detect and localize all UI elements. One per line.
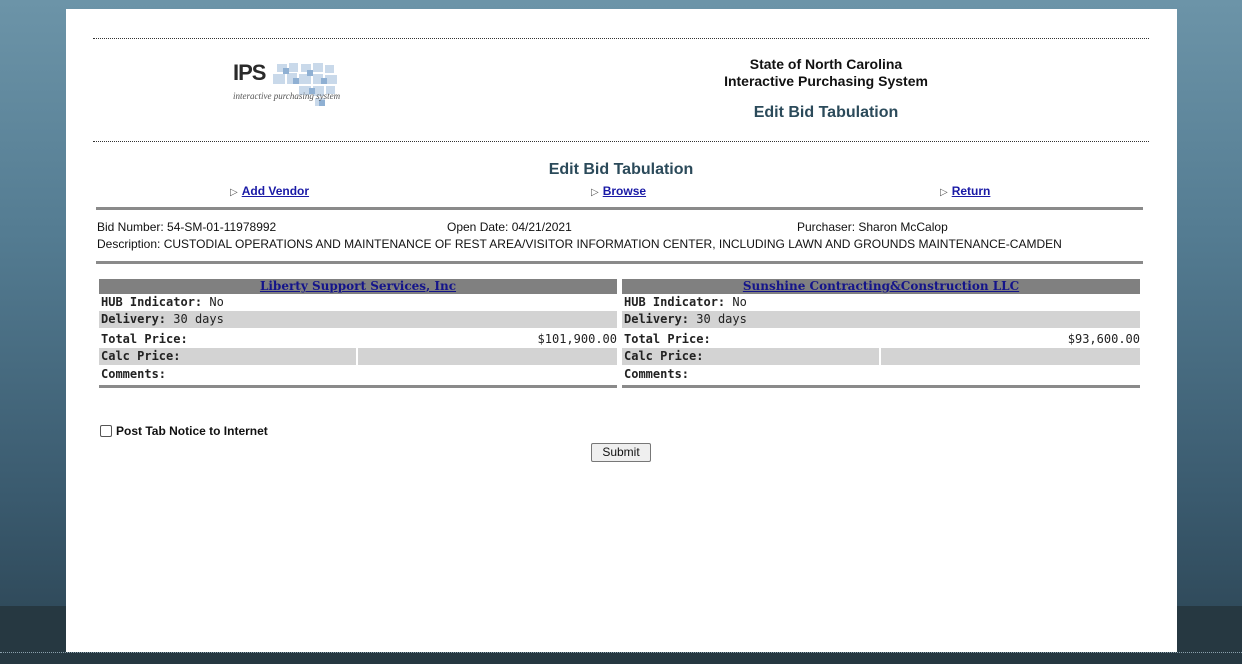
background-line <box>0 652 1242 653</box>
post-notice-label: Post Tab Notice to Internet <box>116 424 268 438</box>
submit-button[interactable]: Submit <box>591 443 651 462</box>
nc-map-icon <box>273 63 337 106</box>
total-row: Total Price: $93,600.00 <box>622 331 1140 348</box>
comments-label: Comments: <box>624 367 690 381</box>
nav-add-vendor: ▷ Add Vendor <box>230 184 309 198</box>
delivery-value: 30 days <box>173 312 224 326</box>
arrow-icon: ▷ <box>940 187 948 198</box>
delivery-row: Delivery: 30 days <box>622 311 1140 328</box>
hub-row: HUB Indicator: No <box>622 294 1140 311</box>
hub-row: HUB Indicator: No <box>99 294 617 311</box>
vendor-rule <box>622 385 1140 388</box>
delivery-value: 30 days <box>696 312 747 326</box>
hub-value: No <box>209 295 224 309</box>
nav-return: ▷ Return <box>940 184 990 198</box>
info-rule <box>96 261 1143 264</box>
comments-row: Comments: <box>622 366 1140 383</box>
comments-row: Comments: <box>99 366 617 383</box>
calc-row: Calc Price: <box>622 348 1140 365</box>
bid-description: Description: CUSTODIAL OPERATIONS AND MA… <box>97 237 1062 251</box>
bid-number: Bid Number: 54-SM-01-11978992 <box>97 220 277 234</box>
vendor-name-link[interactable]: Sunshine Contracting&Construction LLC <box>743 279 1019 293</box>
logo-mark: IPS <box>233 60 266 85</box>
browse-link[interactable]: Browse <box>603 184 646 198</box>
hub-value: No <box>732 295 747 309</box>
delivery-label: Delivery: <box>624 312 690 326</box>
calc-label: Calc Price: <box>622 348 879 365</box>
total-price-value: $93,600.00 <box>1067 332 1140 346</box>
calc-label: Calc Price: <box>99 348 356 365</box>
header-system: Interactive Purchasing System <box>724 73 928 89</box>
arrow-icon: ▷ <box>591 187 599 198</box>
delivery-label: Delivery: <box>101 312 167 326</box>
total-price-value: $101,900.00 <box>537 332 617 346</box>
logo-tagline: interactive purchasing system <box>233 91 341 101</box>
calc-value-cell <box>358 348 617 365</box>
vendor-name-bar: Sunshine Contracting&Construction LLC <box>622 279 1140 294</box>
header-state: State of North Carolina <box>749 56 903 72</box>
purchaser: Purchaser: Sharon McCalop <box>797 220 948 234</box>
add-vendor-link[interactable]: Add Vendor <box>242 184 309 198</box>
header-divider <box>93 141 1149 142</box>
total-row: Total Price: $101,900.00 <box>99 331 617 348</box>
comments-label: Comments: <box>101 367 167 381</box>
hub-label: HUB Indicator: <box>624 295 726 309</box>
post-notice-option[interactable]: Post Tab Notice to Internet <box>100 424 268 438</box>
arrow-icon: ▷ <box>230 187 238 198</box>
page-title: Edit Bid Tabulation <box>548 161 694 178</box>
vendor-block: Sunshine Contracting&Construction LLC HU… <box>622 279 1140 388</box>
open-date: Open Date: 04/21/2021 <box>447 220 572 234</box>
nav-browse: ▷ Browse <box>591 184 646 198</box>
calc-value-cell <box>881 348 1140 365</box>
page-container: IPS interactive purchasing system State … <box>66 9 1177 652</box>
total-label: Total Price: <box>101 332 188 346</box>
header-subtitle: Edit Bid Tabulation <box>753 104 899 121</box>
delivery-row: Delivery: 30 days <box>99 311 617 328</box>
total-label: Total Price: <box>624 332 711 346</box>
calc-row: Calc Price: <box>99 348 617 365</box>
post-notice-checkbox[interactable] <box>100 425 112 437</box>
vendor-block: Liberty Support Services, Inc HUB Indica… <box>99 279 617 388</box>
ips-logo: IPS interactive purchasing system <box>233 60 363 118</box>
vendor-name-link[interactable]: Liberty Support Services, Inc <box>260 279 456 293</box>
top-divider <box>93 38 1149 39</box>
hub-label: HUB Indicator: <box>101 295 203 309</box>
nav-rule <box>96 207 1143 210</box>
vendor-name-bar: Liberty Support Services, Inc <box>99 279 617 294</box>
return-link[interactable]: Return <box>952 184 991 198</box>
vendor-rule <box>99 385 617 388</box>
